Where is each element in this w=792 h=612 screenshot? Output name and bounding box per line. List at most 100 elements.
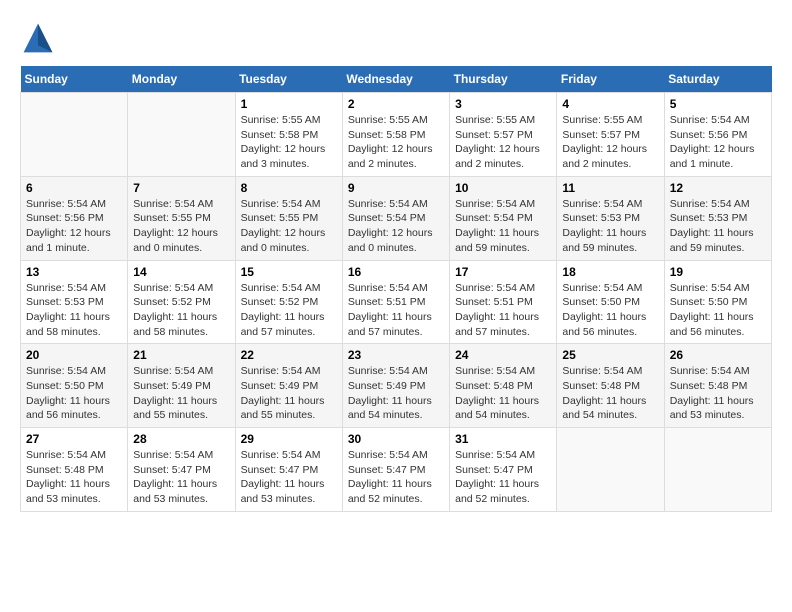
calendar-cell: 24 Sunrise: 5:54 AM Sunset: 5:48 PM Dayli… <box>450 344 557 428</box>
day-info: Sunrise: 5:55 AM Sunset: 5:57 PM Dayligh… <box>562 113 658 172</box>
day-number: 27 <box>26 432 122 446</box>
calendar-cell: 9Sunrise: 5:54 AM Sunset: 5:54 PM Daylig… <box>342 176 449 260</box>
calendar-cell: 13Sunrise: 5:54 AM Sunset: 5:53 PM Dayli… <box>21 260 128 344</box>
day-info: Sunrise: 5:54 AM Sunset: 5:49 PM Dayligh… <box>133 364 229 423</box>
day-number: 14 <box>133 265 229 279</box>
calendar-cell: 25Sunrise: 5:54 AM Sunset: 5:48 PM Dayli… <box>557 344 664 428</box>
day-number: 29 <box>241 432 337 446</box>
week-row-2: 13Sunrise: 5:54 AM Sunset: 5:53 PM Dayli… <box>21 260 772 344</box>
header-tuesday: Tuesday <box>235 66 342 93</box>
calendar-cell: 22 Sunrise: 5:54 AM Sunset: 5:49 PM Dayli… <box>235 344 342 428</box>
day-info: Sunrise: 5:54 AM Sunset: 5:48 PM Dayligh… <box>26 448 122 507</box>
day-info: Sunrise: 5:54 AM Sunset: 5:54 PM Dayligh… <box>348 197 444 256</box>
day-info: Sunrise: 5:54 AM Sunset: 5:48 PM Dayligh… <box>455 364 551 423</box>
day-number: 5 <box>670 97 766 111</box>
day-number: 11 <box>562 181 658 195</box>
day-info: Sunrise: 5:54 AM Sunset: 5:56 PM Dayligh… <box>26 197 122 256</box>
calendar-cell: 19 Sunrise: 5:54 AM Sunset: 5:50 PM Dayli… <box>664 260 771 344</box>
calendar-cell: 17Sunrise: 5:54 AM Sunset: 5:51 PM Dayli… <box>450 260 557 344</box>
logo <box>20 20 62 56</box>
day-info: Sunrise: 5:54 AM Sunset: 5:53 PM Dayligh… <box>562 197 658 256</box>
calendar-cell: 11 Sunrise: 5:54 AM Sunset: 5:53 PM Dayli… <box>557 176 664 260</box>
header-sunday: Sunday <box>21 66 128 93</box>
day-info: Sunrise: 5:54 AM Sunset: 5:50 PM Dayligh… <box>26 364 122 423</box>
day-info: Sunrise: 5:54 AM Sunset: 5:55 PM Dayligh… <box>133 197 229 256</box>
calendar-table: SundayMondayTuesdayWednesdayThursdayFrid… <box>20 66 772 512</box>
day-number: 10 <box>455 181 551 195</box>
day-info: Sunrise: 5:54 AM Sunset: 5:51 PM Dayligh… <box>348 281 444 340</box>
day-number: 1 <box>241 97 337 111</box>
day-info: Sunrise: 5:55 AM Sunset: 5:57 PM Dayligh… <box>455 113 551 172</box>
header-saturday: Saturday <box>664 66 771 93</box>
day-number: 30 <box>348 432 444 446</box>
calendar-cell: 31 Sunrise: 5:54 AM Sunset: 5:47 PM Dayli… <box>450 428 557 512</box>
calendar-cell: 6 Sunrise: 5:54 AM Sunset: 5:56 PM Daylig… <box>21 176 128 260</box>
day-info: Sunrise: 5:54 AM Sunset: 5:49 PM Dayligh… <box>241 364 337 423</box>
day-number: 21 <box>133 348 229 362</box>
header-thursday: Thursday <box>450 66 557 93</box>
calendar-cell: 20 Sunrise: 5:54 AM Sunset: 5:50 PM Dayli… <box>21 344 128 428</box>
calendar-cell: 30 Sunrise: 5:54 AM Sunset: 5:47 PM Dayli… <box>342 428 449 512</box>
calendar-cell: 8 Sunrise: 5:54 AM Sunset: 5:55 PM Daylig… <box>235 176 342 260</box>
day-info: Sunrise: 5:54 AM Sunset: 5:52 PM Dayligh… <box>241 281 337 340</box>
calendar-cell <box>664 428 771 512</box>
day-number: 24 <box>455 348 551 362</box>
week-row-1: 6 Sunrise: 5:54 AM Sunset: 5:56 PM Daylig… <box>21 176 772 260</box>
calendar-cell: 23 Sunrise: 5:54 AM Sunset: 5:49 PM Dayli… <box>342 344 449 428</box>
day-number: 2 <box>348 97 444 111</box>
day-info: Sunrise: 5:54 AM Sunset: 5:55 PM Dayligh… <box>241 197 337 256</box>
calendar-cell: 26 Sunrise: 5:54 AM Sunset: 5:48 PM Dayli… <box>664 344 771 428</box>
header-wednesday: Wednesday <box>342 66 449 93</box>
day-number: 8 <box>241 181 337 195</box>
day-info: Sunrise: 5:55 AM Sunset: 5:58 PM Dayligh… <box>241 113 337 172</box>
day-number: 6 <box>26 181 122 195</box>
day-info: Sunrise: 5:55 AM Sunset: 5:58 PM Dayligh… <box>348 113 444 172</box>
calendar-cell: 2 Sunrise: 5:55 AM Sunset: 5:58 PM Daylig… <box>342 93 449 177</box>
day-info: Sunrise: 5:54 AM Sunset: 5:50 PM Dayligh… <box>562 281 658 340</box>
day-number: 19 <box>670 265 766 279</box>
day-number: 16 <box>348 265 444 279</box>
calendar-cell: 16 Sunrise: 5:54 AM Sunset: 5:51 PM Dayli… <box>342 260 449 344</box>
calendar-cell: 18Sunrise: 5:54 AM Sunset: 5:50 PM Dayli… <box>557 260 664 344</box>
calendar-cell <box>21 93 128 177</box>
day-info: Sunrise: 5:54 AM Sunset: 5:47 PM Dayligh… <box>348 448 444 507</box>
calendar-cell: 4 Sunrise: 5:55 AM Sunset: 5:57 PM Daylig… <box>557 93 664 177</box>
day-info: Sunrise: 5:54 AM Sunset: 5:48 PM Dayligh… <box>670 364 766 423</box>
header-friday: Friday <box>557 66 664 93</box>
calendar-cell <box>128 93 235 177</box>
day-info: Sunrise: 5:54 AM Sunset: 5:50 PM Dayligh… <box>670 281 766 340</box>
week-row-3: 20 Sunrise: 5:54 AM Sunset: 5:50 PM Dayli… <box>21 344 772 428</box>
calendar-cell: 29 Sunrise: 5:54 AM Sunset: 5:47 PM Dayli… <box>235 428 342 512</box>
day-info: Sunrise: 5:54 AM Sunset: 5:51 PM Dayligh… <box>455 281 551 340</box>
day-info: Sunrise: 5:54 AM Sunset: 5:52 PM Dayligh… <box>133 281 229 340</box>
calendar-cell: 3 Sunrise: 5:55 AM Sunset: 5:57 PM Daylig… <box>450 93 557 177</box>
day-number: 20 <box>26 348 122 362</box>
day-number: 3 <box>455 97 551 111</box>
day-number: 31 <box>455 432 551 446</box>
day-info: Sunrise: 5:54 AM Sunset: 5:47 PM Dayligh… <box>455 448 551 507</box>
day-info: Sunrise: 5:54 AM Sunset: 5:54 PM Dayligh… <box>455 197 551 256</box>
calendar-cell: 28 Sunrise: 5:54 AM Sunset: 5:47 PM Dayli… <box>128 428 235 512</box>
day-info: Sunrise: 5:54 AM Sunset: 5:47 PM Dayligh… <box>133 448 229 507</box>
day-number: 25 <box>562 348 658 362</box>
day-number: 7 <box>133 181 229 195</box>
header-row: SundayMondayTuesdayWednesdayThursdayFrid… <box>21 66 772 93</box>
day-number: 23 <box>348 348 444 362</box>
day-number: 28 <box>133 432 229 446</box>
day-number: 15 <box>241 265 337 279</box>
day-number: 13 <box>26 265 122 279</box>
day-info: Sunrise: 5:54 AM Sunset: 5:47 PM Dayligh… <box>241 448 337 507</box>
calendar-cell: 14 Sunrise: 5:54 AM Sunset: 5:52 PM Dayli… <box>128 260 235 344</box>
week-row-0: 1 Sunrise: 5:55 AM Sunset: 5:58 PM Daylig… <box>21 93 772 177</box>
day-number: 22 <box>241 348 337 362</box>
calendar-cell: 10 Sunrise: 5:54 AM Sunset: 5:54 PM Dayli… <box>450 176 557 260</box>
day-number: 26 <box>670 348 766 362</box>
day-number: 4 <box>562 97 658 111</box>
calendar-cell <box>557 428 664 512</box>
header-monday: Monday <box>128 66 235 93</box>
day-info: Sunrise: 5:54 AM Sunset: 5:49 PM Dayligh… <box>348 364 444 423</box>
calendar-cell: 12Sunrise: 5:54 AM Sunset: 5:53 PM Dayli… <box>664 176 771 260</box>
calendar-cell: 27 Sunrise: 5:54 AM Sunset: 5:48 PM Dayli… <box>21 428 128 512</box>
calendar-cell: 5Sunrise: 5:54 AM Sunset: 5:56 PM Daylig… <box>664 93 771 177</box>
week-row-4: 27 Sunrise: 5:54 AM Sunset: 5:48 PM Dayli… <box>21 428 772 512</box>
